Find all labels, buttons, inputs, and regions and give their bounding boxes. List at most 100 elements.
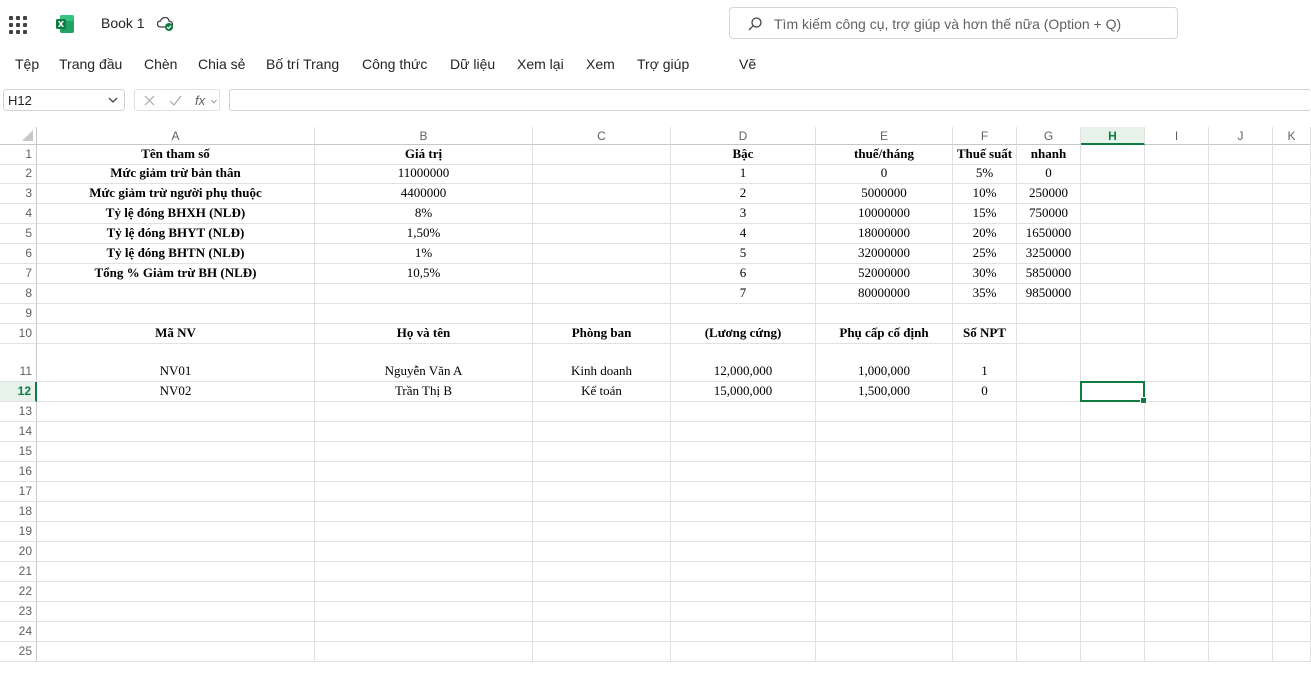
cell-k11[interactable]: [1273, 344, 1311, 382]
tab-home[interactable]: Trang đầu: [59, 56, 122, 72]
cell-j3[interactable]: [1209, 184, 1273, 204]
cell-b23[interactable]: [315, 602, 533, 622]
cell-d11[interactable]: 12,000,000: [671, 344, 816, 382]
cell-g16[interactable]: [1017, 462, 1081, 482]
cell-f5[interactable]: 20%: [953, 224, 1017, 244]
cell-i13[interactable]: [1145, 402, 1209, 422]
cell-c16[interactable]: [533, 462, 671, 482]
row-header-11[interactable]: 11: [0, 344, 37, 382]
cell-k8[interactable]: [1273, 284, 1311, 304]
row-header-5[interactable]: 5: [0, 224, 37, 244]
cell-k15[interactable]: [1273, 442, 1311, 462]
cell-h23[interactable]: [1081, 602, 1145, 622]
cell-g6[interactable]: 3250000: [1017, 244, 1081, 264]
row-header-19[interactable]: 19: [0, 522, 37, 542]
column-header-j[interactable]: J: [1209, 127, 1273, 145]
cell-f9[interactable]: [953, 304, 1017, 324]
cell-i17[interactable]: [1145, 482, 1209, 502]
row-header-15[interactable]: 15: [0, 442, 37, 462]
cell-i22[interactable]: [1145, 582, 1209, 602]
cell-a14[interactable]: [37, 422, 315, 442]
cell-b24[interactable]: [315, 622, 533, 642]
cell-i7[interactable]: [1145, 264, 1209, 284]
row-header-4[interactable]: 4: [0, 204, 37, 224]
cell-a23[interactable]: [37, 602, 315, 622]
cell-i14[interactable]: [1145, 422, 1209, 442]
cell-k22[interactable]: [1273, 582, 1311, 602]
column-header-i[interactable]: I: [1145, 127, 1209, 145]
cell-g2[interactable]: 0: [1017, 165, 1081, 184]
cell-e9[interactable]: [816, 304, 953, 324]
cell-f21[interactable]: [953, 562, 1017, 582]
row-header-18[interactable]: 18: [0, 502, 37, 522]
cell-g5[interactable]: 1650000: [1017, 224, 1081, 244]
column-header-k[interactable]: K: [1273, 127, 1311, 145]
cell-h3[interactable]: [1081, 184, 1145, 204]
cell-f20[interactable]: [953, 542, 1017, 562]
cell-c13[interactable]: [533, 402, 671, 422]
chevron-down-icon[interactable]: [211, 99, 217, 104]
cell-d4[interactable]: 3: [671, 204, 816, 224]
cell-j25[interactable]: [1209, 642, 1273, 662]
cell-k21[interactable]: [1273, 562, 1311, 582]
cell-d14[interactable]: [671, 422, 816, 442]
cell-h6[interactable]: [1081, 244, 1145, 264]
cloud-saved-icon[interactable]: [156, 14, 174, 32]
cell-a2[interactable]: Mức giảm trừ bản thân: [37, 165, 315, 184]
row-header-3[interactable]: 3: [0, 184, 37, 204]
cell-g15[interactable]: [1017, 442, 1081, 462]
cell-g20[interactable]: [1017, 542, 1081, 562]
cell-d24[interactable]: [671, 622, 816, 642]
cell-f11[interactable]: 1: [953, 344, 1017, 382]
cell-g18[interactable]: [1017, 502, 1081, 522]
cell-g9[interactable]: [1017, 304, 1081, 324]
cell-j1[interactable]: [1209, 145, 1273, 165]
cell-h9[interactable]: [1081, 304, 1145, 324]
row-header-6[interactable]: 6: [0, 244, 37, 264]
cell-g8[interactable]: 9850000: [1017, 284, 1081, 304]
cell-d19[interactable]: [671, 522, 816, 542]
cell-k13[interactable]: [1273, 402, 1311, 422]
cell-e18[interactable]: [816, 502, 953, 522]
cell-b22[interactable]: [315, 582, 533, 602]
cell-h18[interactable]: [1081, 502, 1145, 522]
cell-d21[interactable]: [671, 562, 816, 582]
cell-g1[interactable]: Số trừ nhanh: [1017, 145, 1081, 165]
cell-i8[interactable]: [1145, 284, 1209, 304]
cell-h20[interactable]: [1081, 542, 1145, 562]
cell-b7[interactable]: 10,5%: [315, 264, 533, 284]
cell-f18[interactable]: [953, 502, 1017, 522]
chevron-down-icon[interactable]: [108, 96, 118, 104]
tab-file[interactable]: Tệp: [15, 56, 39, 72]
cell-d5[interactable]: 4: [671, 224, 816, 244]
cell-j22[interactable]: [1209, 582, 1273, 602]
row-header-22[interactable]: 22: [0, 582, 37, 602]
column-header-b[interactable]: B: [315, 127, 533, 145]
cell-e14[interactable]: [816, 422, 953, 442]
cell-i16[interactable]: [1145, 462, 1209, 482]
tab-page-layout[interactable]: Bố trí Trang: [266, 56, 339, 72]
cell-b18[interactable]: [315, 502, 533, 522]
row-header-21[interactable]: 21: [0, 562, 37, 582]
cell-j16[interactable]: [1209, 462, 1273, 482]
cell-d8[interactable]: 7: [671, 284, 816, 304]
row-header-1[interactable]: 1: [0, 145, 37, 165]
cell-j24[interactable]: [1209, 622, 1273, 642]
app-launcher-icon[interactable]: [9, 16, 27, 34]
cell-b4[interactable]: 8%: [315, 204, 533, 224]
cell-c18[interactable]: [533, 502, 671, 522]
cell-e12[interactable]: 1,500,000: [816, 382, 953, 402]
cell-a10[interactable]: Mã NV: [37, 324, 315, 344]
cell-k18[interactable]: [1273, 502, 1311, 522]
cell-d17[interactable]: [671, 482, 816, 502]
cell-b6[interactable]: 1%: [315, 244, 533, 264]
name-box[interactable]: H12: [3, 89, 125, 111]
cell-f17[interactable]: [953, 482, 1017, 502]
cell-c22[interactable]: [533, 582, 671, 602]
cell-k9[interactable]: [1273, 304, 1311, 324]
tab-help[interactable]: Trợ giúp: [637, 56, 689, 72]
cell-h19[interactable]: [1081, 522, 1145, 542]
column-header-e[interactable]: E: [816, 127, 953, 145]
cell-i1[interactable]: [1145, 145, 1209, 165]
cell-d20[interactable]: [671, 542, 816, 562]
